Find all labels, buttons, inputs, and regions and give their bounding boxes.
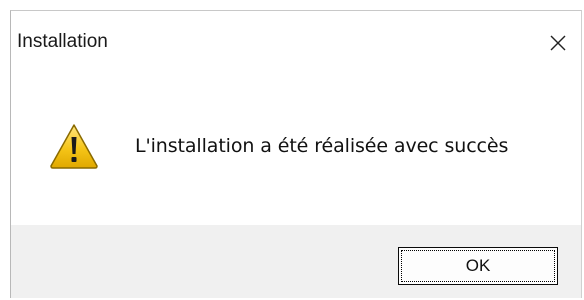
title-bar[interactable]: Installation (11, 11, 581, 71)
close-icon (549, 34, 567, 52)
close-button[interactable] (535, 21, 581, 65)
ok-button-label: OK (465, 256, 491, 275)
dialog-message: L'installation a été réalisée avec succè… (135, 135, 509, 157)
dialog-title: Installation (17, 31, 108, 52)
dialog-body: L'installation a été réalisée avec succè… (11, 71, 581, 225)
dialog-footer: OK (11, 225, 581, 298)
installation-dialog: Installation L'installation a été réalis… (10, 10, 582, 298)
ok-button[interactable]: OK (398, 247, 558, 285)
warning-icon (49, 123, 99, 169)
ok-button-focus-ring: OK (401, 250, 555, 282)
